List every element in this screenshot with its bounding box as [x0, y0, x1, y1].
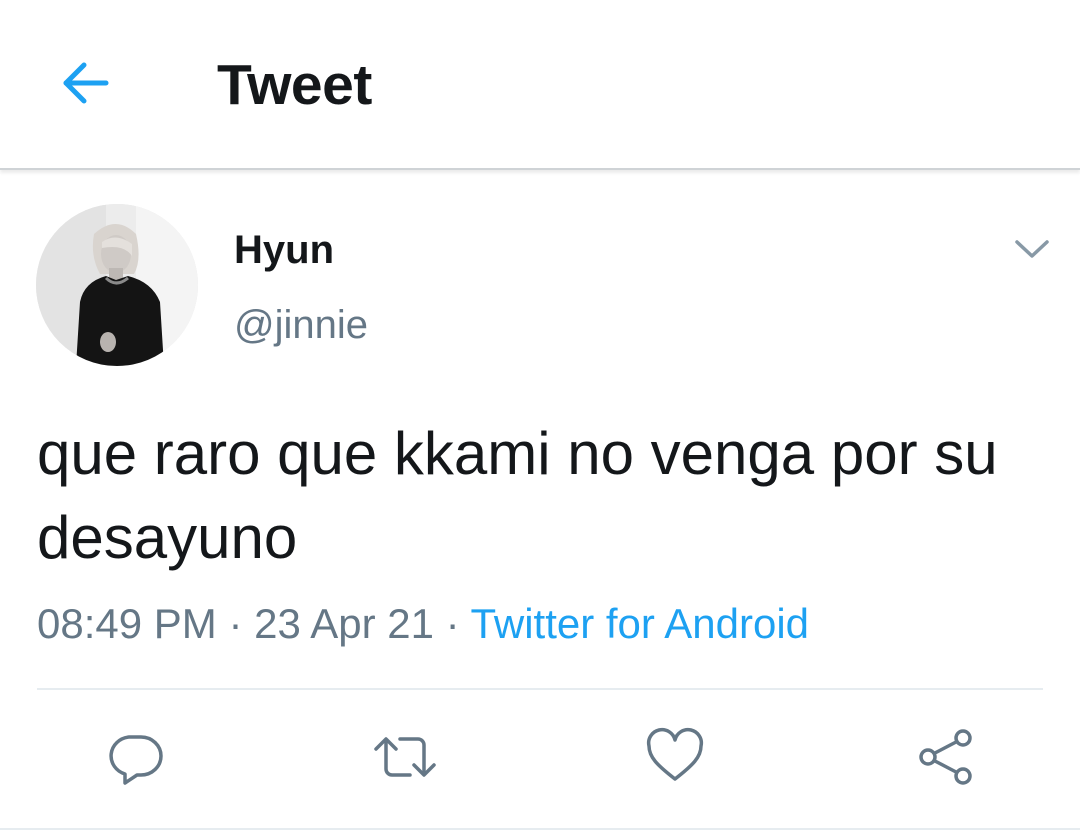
tweet-source-link[interactable]: Twitter for Android — [471, 600, 809, 647]
like-button[interactable] — [640, 722, 710, 792]
author-handle[interactable]: @jinnie — [234, 301, 368, 349]
reply-button[interactable] — [100, 722, 170, 792]
share-icon — [919, 729, 972, 785]
divider — [37, 688, 1043, 690]
share-button[interactable] — [910, 722, 980, 792]
tweet-meta: 08:49 PM · 23 Apr 21 · Twitter for Andro… — [37, 598, 809, 650]
page-title: Tweet — [217, 53, 372, 117]
chevron-down-icon — [1015, 240, 1049, 258]
profile-photo — [36, 204, 198, 366]
retweet-button[interactable] — [370, 722, 440, 792]
divider — [0, 828, 1080, 830]
meta-separator: · — [445, 600, 460, 647]
tweet-detail-screen: Tweet Hyun @jinnie que raro que kkami no… — [0, 0, 1080, 836]
tweet-time: 08:49 PM — [37, 600, 217, 647]
author-display-name[interactable]: Hyun — [234, 226, 334, 274]
app-header: Tweet — [0, 0, 1080, 170]
reply-icon — [109, 735, 163, 785]
tweet-date: 23 Apr 21 — [254, 600, 434, 647]
heart-icon — [646, 727, 704, 781]
meta-separator: · — [228, 600, 243, 647]
retweet-icon — [374, 737, 436, 777]
avatar[interactable] — [36, 204, 198, 366]
tweet-text: que raro que kkami no venga por su desay… — [37, 420, 998, 571]
tweet-menu-button[interactable] — [1006, 226, 1058, 272]
back-button[interactable] — [52, 50, 118, 116]
arrow-left-icon — [63, 62, 109, 104]
